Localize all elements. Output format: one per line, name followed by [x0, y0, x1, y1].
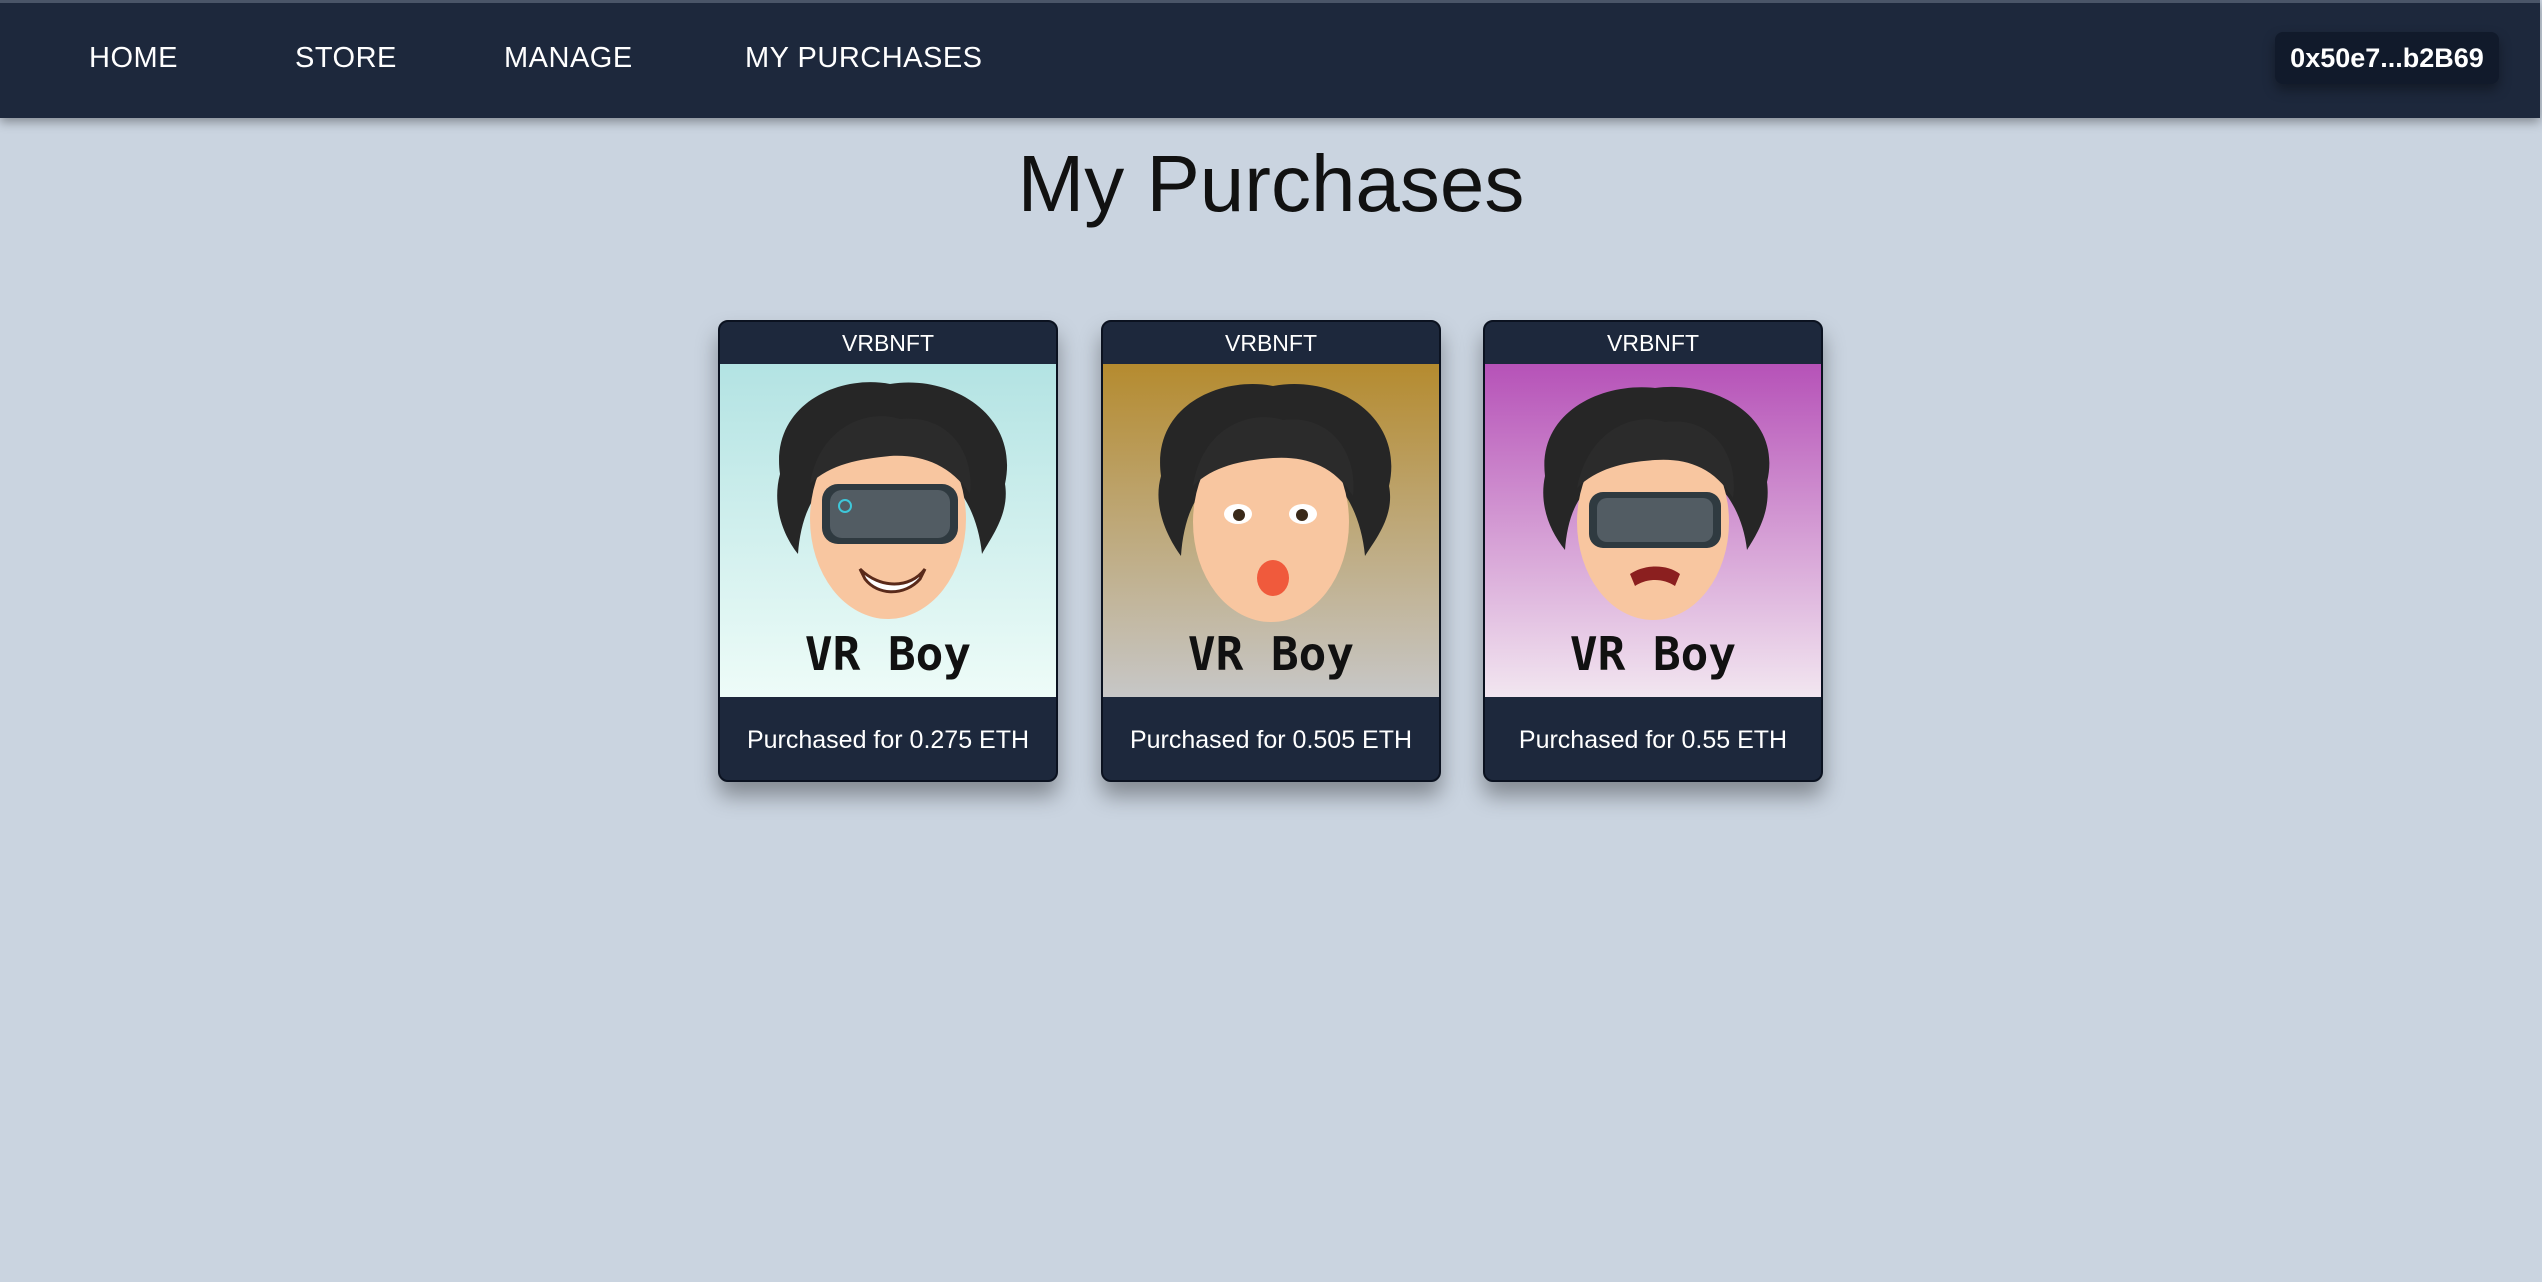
card-price-label: Purchased for 0.505 ETH [1129, 726, 1413, 754]
vr-boy-logo-text: VR Boy [1188, 627, 1354, 681]
nav-manage-link[interactable]: MANAGE [504, 42, 633, 75]
nav-my-purchases-link[interactable]: MY PURCHASES [745, 42, 983, 75]
nav-store-link[interactable]: STORE [295, 42, 397, 75]
nft-image: VR Boy [1103, 364, 1439, 697]
vr-boy-logo-text: VR Boy [805, 627, 971, 681]
nft-image: VR Boy [1485, 364, 1821, 697]
wallet-address-button[interactable]: 0x50e7...b2B69 [2275, 32, 2499, 84]
nft-image: VR Boy [720, 364, 1056, 697]
vr-boy-logo-text: VR Boy [1570, 627, 1736, 681]
nft-card[interactable]: VRBNFT VR Boy Purchased for 0.55 ETH [1483, 320, 1823, 782]
card-price-label: Purchased for 0.275 ETH [746, 726, 1030, 754]
top-navbar: HOME STORE MANAGE MY PURCHASES 0x50e7...… [0, 0, 2540, 118]
page-title: My Purchases [1017, 139, 1525, 228]
card-collection-name: VRBNFT [1607, 330, 1699, 356]
card-collection-name: VRBNFT [1225, 330, 1317, 356]
nav-home-link[interactable]: HOME [89, 42, 178, 75]
nft-card[interactable]: VRBNFT VR Boy Purchased for 0.505 ETH [1101, 320, 1441, 782]
card-price-label: Purchased for 0.55 ETH [1518, 726, 1788, 754]
card-collection-name: VRBNFT [842, 330, 934, 356]
nft-card[interactable]: VRBNFT VR Boy Purchased for 0.275 ETH [718, 320, 1058, 782]
